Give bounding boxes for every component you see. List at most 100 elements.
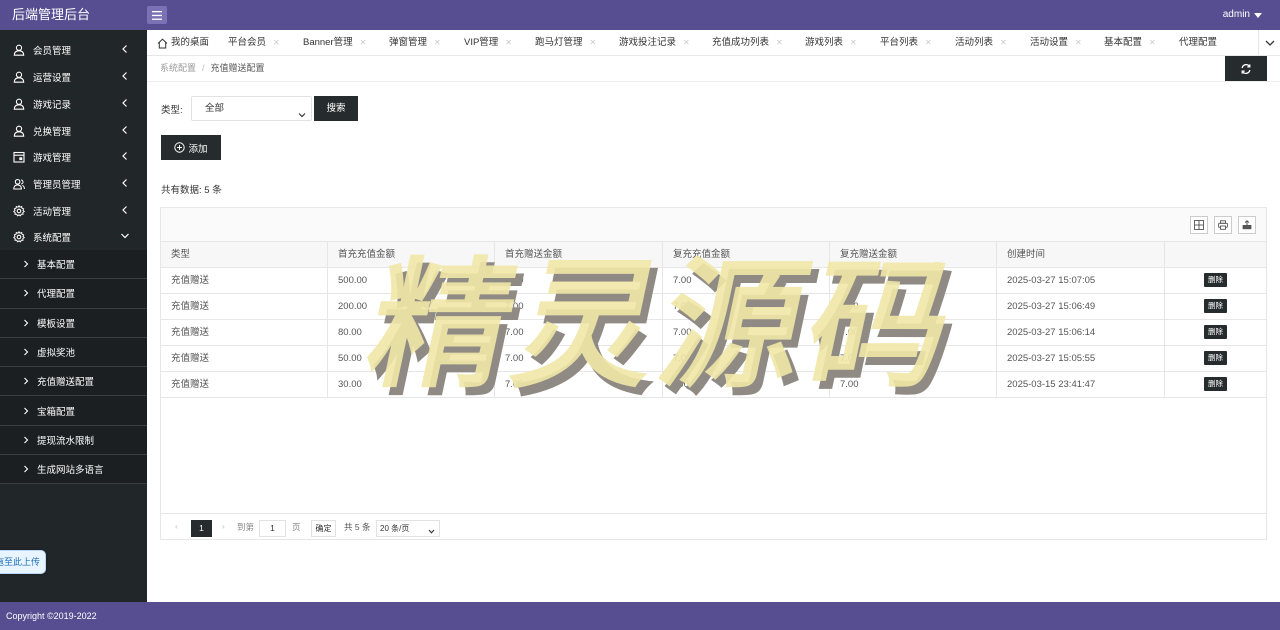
pager-page-unit: 页 (292, 522, 301, 532)
tab-12[interactable]: 基本配置 ✕ (1104, 30, 1156, 55)
pager-size-select[interactable]: 20 条/页 (376, 520, 440, 537)
close-icon[interactable]: ✕ (505, 38, 512, 47)
tab-more-button[interactable] (1258, 30, 1280, 55)
tab-13[interactable]: 代理配置 (1179, 30, 1217, 55)
close-icon[interactable]: ✕ (434, 38, 441, 47)
pager-prev[interactable]: ‹ (175, 521, 178, 531)
hamburger-icon (152, 10, 162, 20)
breadcrumb-parent[interactable]: 系统配置 (160, 63, 196, 73)
tab-11[interactable]: 活动设置 ✕ (1030, 30, 1082, 55)
table-cell: 30.00 (328, 372, 495, 398)
sidebar-item-label: 游戏记录 (33, 99, 72, 111)
tab-label: Banner管理 (303, 37, 353, 48)
sidebar-item-label: 会员管理 (33, 45, 72, 57)
delete-button[interactable]: 删除 (1204, 351, 1227, 366)
table-cell: 2025-03-27 15:07:05 (997, 268, 1165, 294)
table-toolbar (161, 208, 1266, 242)
table-cell: 充值赠送 (161, 320, 328, 346)
tab-label: 游戏列表 (805, 37, 844, 48)
tab-10[interactable]: 活动列表 ✕ (955, 30, 1007, 55)
columns-icon (1194, 220, 1204, 230)
close-icon[interactable]: ✕ (925, 38, 932, 47)
divider (147, 81, 1280, 82)
sidebar-item-5[interactable]: 管理员管理 (0, 170, 147, 197)
sidebar-item-4[interactable]: 游戏管理 (0, 143, 147, 170)
type-select[interactable]: 全部 (191, 96, 312, 121)
pager-confirm-button[interactable]: 确定 (311, 520, 336, 537)
tab-3[interactable]: 弹窗管理 ✕ (389, 30, 441, 55)
user-name: admin (1222, 9, 1250, 20)
tab-0[interactable]: 我的桌面 (157, 30, 209, 55)
add-button-label: 添加 (188, 143, 208, 155)
breadcrumb: 系统配置 / 充值赠送配置 (160, 61, 265, 74)
sidebar-subitem-7[interactable]: 生成网站多语言 (0, 455, 147, 485)
tab-1[interactable]: 平台会员 ✕ (228, 30, 280, 55)
action-cell: 删除 (1165, 268, 1266, 294)
chevron-left-icon (120, 125, 130, 135)
tab-label: 跑马灯管理 (535, 37, 583, 48)
sidebar-subitem-0[interactable]: 基本配置 (0, 250, 147, 280)
tab-2[interactable]: Banner管理 ✕ (303, 30, 367, 55)
close-icon[interactable]: ✕ (776, 38, 783, 47)
upload-button[interactable]: 拖至此上传 (0, 550, 46, 574)
column-header: 复充赠送金额 (830, 242, 997, 268)
chevron-right-icon (22, 465, 30, 473)
delete-button[interactable]: 删除 (1204, 273, 1227, 288)
columns-filter-button[interactable] (1190, 216, 1208, 234)
caret-down-icon (1254, 12, 1262, 18)
sidebar-subitem-1[interactable]: 代理配置 (0, 279, 147, 309)
sidebar-subitem-6[interactable]: 提现流水限制 (0, 425, 147, 456)
sidebar-item-3[interactable]: 兑换管理 (0, 117, 147, 144)
sidebar-item-2[interactable]: 游戏记录 (0, 90, 147, 117)
refresh-icon (1241, 63, 1251, 74)
table-cell: 充值赠送 (161, 268, 328, 294)
pager-current-page[interactable]: 1 (191, 520, 212, 537)
table-cell: 2025-03-27 15:06:14 (997, 320, 1165, 346)
tab-8[interactable]: 游戏列表 ✕ (805, 30, 857, 55)
close-icon[interactable]: ✕ (1075, 38, 1082, 47)
sidebar-item-7[interactable]: 系统配置 (0, 223, 147, 250)
sidebar-subitem-5[interactable]: 宝箱配置 (0, 396, 147, 426)
sidebar-subitem-4[interactable]: 充值赠送配置 (0, 367, 147, 397)
action-cell: 删除 (1165, 320, 1266, 346)
pager-next[interactable]: › (222, 521, 225, 531)
sidebar-subitem-label: 生成网站多语言 (37, 465, 104, 477)
print-button[interactable] (1214, 216, 1232, 234)
close-icon[interactable]: ✕ (1149, 38, 1156, 47)
close-icon[interactable]: ✕ (273, 38, 280, 47)
delete-button[interactable]: 删除 (1204, 377, 1227, 392)
pager-goto-input[interactable]: 1 (259, 520, 286, 537)
table-cell: 7.00 (830, 372, 997, 398)
tab-4[interactable]: VIP管理 ✕ (464, 30, 512, 55)
search-button[interactable]: 搜索 (314, 96, 358, 121)
close-icon[interactable]: ✕ (850, 38, 857, 47)
delete-button[interactable]: 删除 (1204, 325, 1227, 340)
close-icon[interactable]: ✕ (360, 38, 367, 47)
user-menu[interactable]: admin (1223, 0, 1262, 30)
chevron-left-icon (120, 205, 130, 215)
table-row: 充值赠送 30.00 7.00 100.00 7.00 2025-03-15 23:41:… (161, 372, 1266, 398)
delete-button[interactable]: 删除 (1204, 299, 1227, 314)
refresh-button[interactable] (1225, 56, 1267, 81)
sidebar-subitem-3[interactable]: 虚拟奖池 (0, 337, 147, 368)
sidebar-subitem-2[interactable]: 模板设置 (0, 308, 147, 338)
sidebar-subitem-label: 宝箱配置 (37, 406, 76, 418)
data-table: 类型 首充充值金额 首充赠送金额 复充充值金额 复充赠送金额 创建时间 充值赠送 500.0… (160, 207, 1267, 540)
sidebar-subitem-label: 模板设置 (37, 318, 76, 330)
tab-5[interactable]: 跑马灯管理 ✕ (535, 30, 597, 55)
table-cell: 充值赠送 (161, 346, 328, 372)
tab-7[interactable]: 充值成功列表 ✕ (712, 30, 783, 55)
sidebar-item-0[interactable]: 会员管理 (0, 36, 147, 63)
close-icon[interactable]: ✕ (1000, 38, 1007, 47)
table-cell: 7.00 (830, 346, 997, 372)
table-cell: 2025-03-15 23:41:47 (997, 372, 1165, 398)
add-button[interactable]: 添加 (161, 135, 221, 160)
close-icon[interactable]: ✕ (683, 38, 690, 47)
sidebar-item-6[interactable]: 活动管理 (0, 197, 147, 224)
close-icon[interactable]: ✕ (590, 38, 597, 47)
export-button[interactable] (1238, 216, 1256, 234)
tab-6[interactable]: 游戏投注记录 ✕ (619, 30, 690, 55)
menu-toggle-button[interactable] (147, 6, 167, 24)
sidebar-item-1[interactable]: 运营设置 (0, 63, 147, 90)
tab-9[interactable]: 平台列表 ✕ (880, 30, 932, 55)
